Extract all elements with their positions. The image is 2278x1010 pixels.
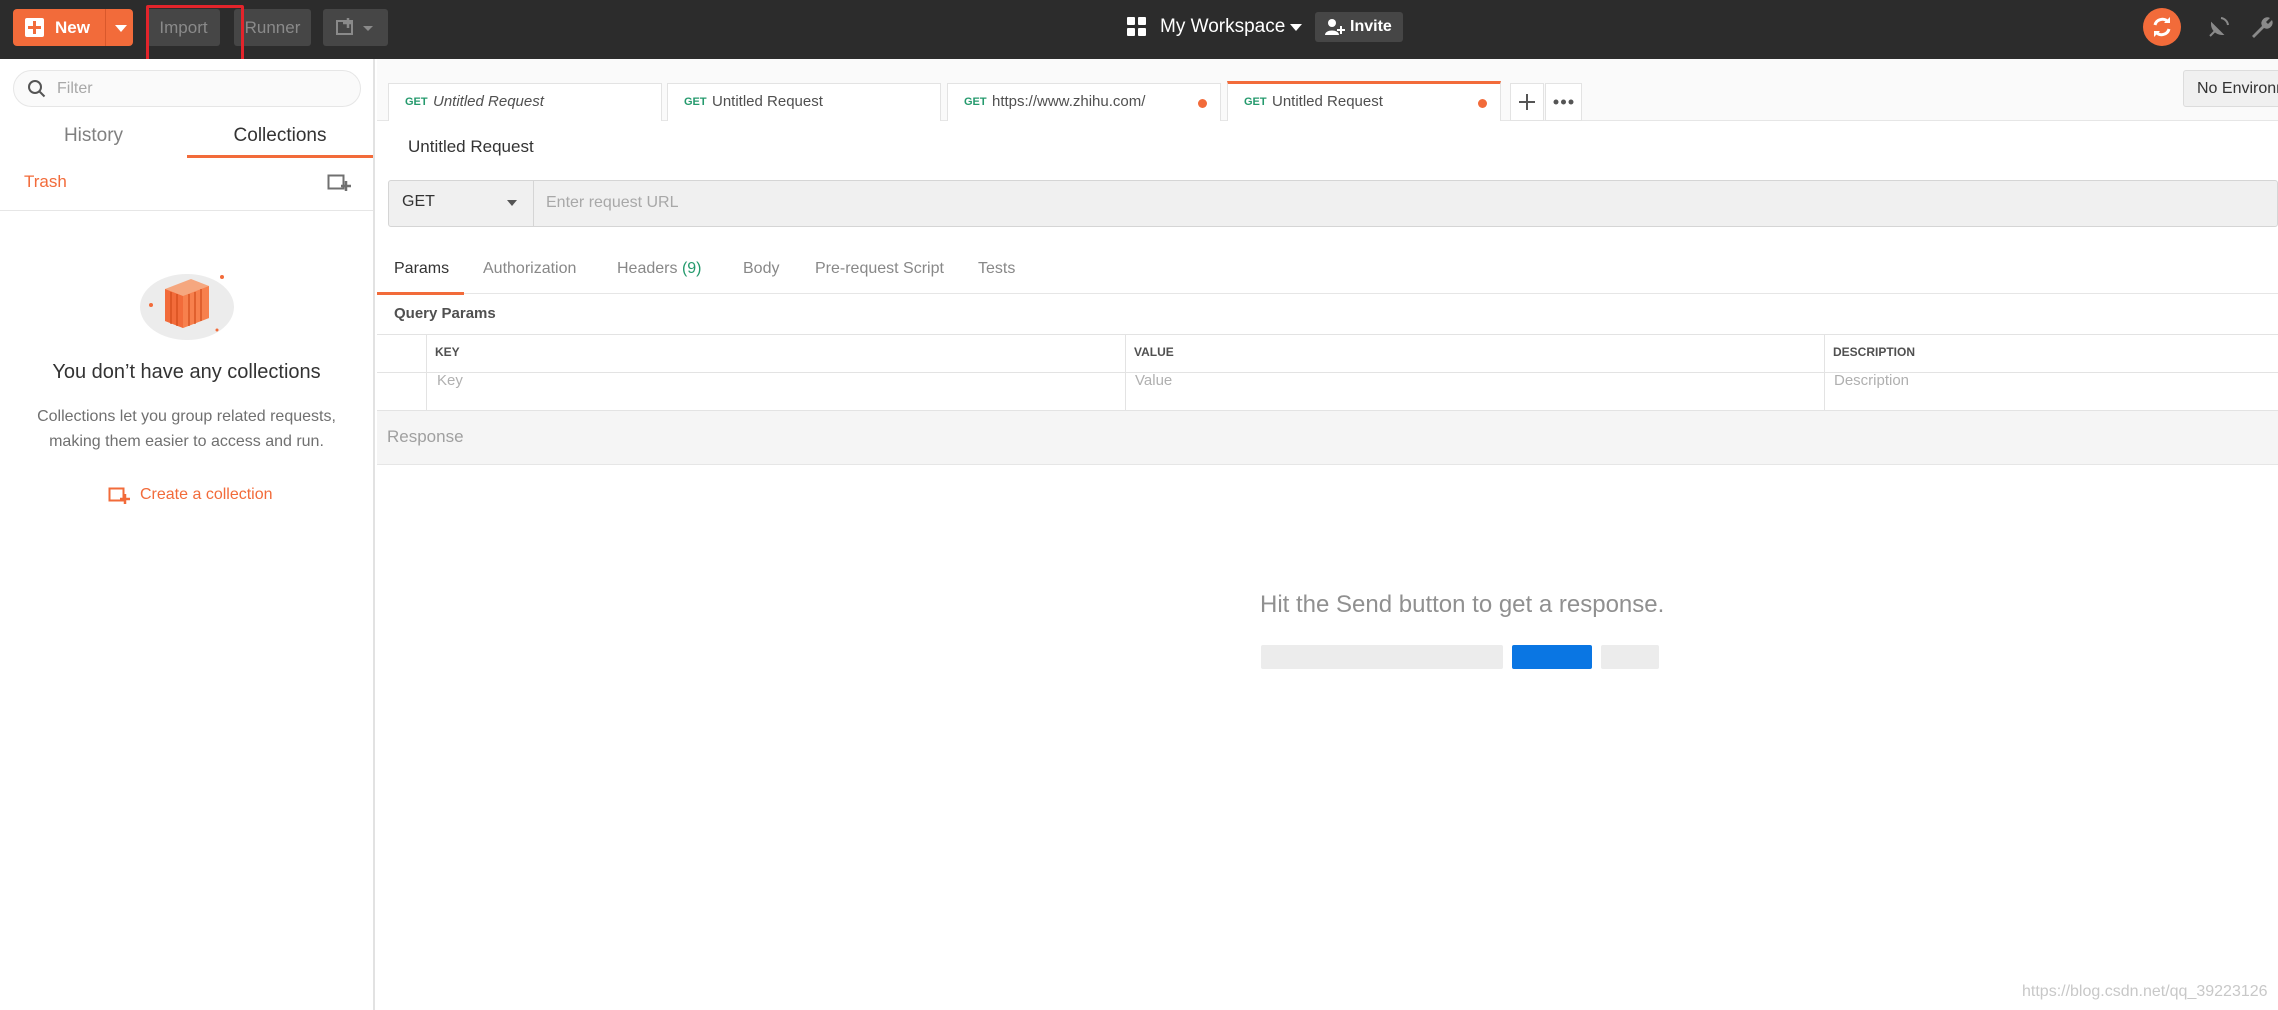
new-button-divider xyxy=(105,9,106,46)
method-badge: GET xyxy=(1244,96,1267,108)
invite-label: Invite xyxy=(1350,18,1392,35)
workspace-label: My Workspace xyxy=(1160,16,1286,37)
tab-body[interactable]: Body xyxy=(743,260,779,278)
method-badge: GET xyxy=(405,96,428,108)
method-select[interactable]: GET xyxy=(389,181,534,226)
new-button-label: New xyxy=(55,18,90,37)
top-toolbar: New Import Runner My Workspace Invite xyxy=(0,0,2278,72)
more-tabs-button[interactable] xyxy=(1545,83,1582,121)
table-border xyxy=(377,372,2278,373)
environment-select[interactable]: No Environment xyxy=(2183,70,2278,107)
request-tab-title: Untitled Request xyxy=(712,93,823,110)
column-header-key: KEY xyxy=(435,345,460,359)
query-params-title: Query Params xyxy=(394,305,496,322)
request-tabs-bar: GET Untitled Request GET Untitled Reques… xyxy=(377,59,2278,121)
request-tab[interactable]: GET Untitled Request xyxy=(388,83,662,121)
chevron-down-icon xyxy=(507,200,517,206)
url-bar: GET Enter request URL xyxy=(388,180,2278,227)
wrench-icon[interactable] xyxy=(2249,14,2275,40)
search-icon xyxy=(28,80,46,98)
placeholder-bar xyxy=(1261,645,1503,669)
trash-link[interactable]: Trash xyxy=(24,172,67,192)
request-tab-title: Untitled Request xyxy=(1272,93,1383,110)
tab-history[interactable]: History xyxy=(0,122,187,158)
new-collection-icon[interactable] xyxy=(327,172,351,194)
filter-input[interactable]: Filter xyxy=(13,70,361,107)
new-collection-icon xyxy=(108,487,130,504)
request-tab[interactable]: GET https://www.zhihu.com/ xyxy=(947,83,1221,121)
empty-collections-description: Collections let you group related reques… xyxy=(37,408,336,450)
sidebar-tabs: History Collections xyxy=(0,122,373,158)
column-header-value: VALUE xyxy=(1134,345,1174,359)
sync-button[interactable] xyxy=(2143,8,2181,46)
request-tab-title: https://www.zhihu.com/ xyxy=(992,93,1146,110)
value-input[interactable]: Value xyxy=(1135,372,1172,389)
chevron-down-icon xyxy=(1290,24,1302,31)
more-icon xyxy=(1553,99,1574,105)
satellite-icon[interactable] xyxy=(2206,14,2232,40)
tab-tests[interactable]: Tests xyxy=(978,260,1015,278)
unsaved-indicator xyxy=(1478,99,1487,108)
table-divider xyxy=(1125,334,1126,411)
table-border xyxy=(377,334,2278,335)
description-input[interactable]: Description xyxy=(1834,372,1909,389)
url-input[interactable]: Enter request URL xyxy=(546,194,679,212)
params-table: KEY VALUE DESCRIPTION Key Value Descript… xyxy=(377,334,2278,411)
request-tab-title: Untitled Request xyxy=(433,93,544,110)
filter-placeholder: Filter xyxy=(57,80,93,97)
placeholder-bar xyxy=(1601,645,1659,669)
send-placeholder-bar xyxy=(1512,645,1592,669)
create-collection-label: Create a collection xyxy=(140,486,273,503)
new-tab-button[interactable] xyxy=(1510,83,1544,121)
active-tab-indicator xyxy=(377,292,464,295)
request-tab-active[interactable]: GET Untitled Request xyxy=(1227,81,1501,121)
tab-headers[interactable]: Headers (9) xyxy=(617,260,702,278)
response-header: Response xyxy=(377,411,2278,465)
tab-collections[interactable]: Collections xyxy=(187,122,373,158)
plus-icon xyxy=(1519,94,1535,110)
table-divider xyxy=(426,334,427,411)
tab-params[interactable]: Params xyxy=(394,260,449,278)
unsaved-indicator xyxy=(1198,99,1207,108)
grid-icon xyxy=(1127,17,1146,36)
sync-icon xyxy=(2153,17,2171,37)
method-badge: GET xyxy=(964,96,987,108)
new-window-icon xyxy=(336,18,373,35)
empty-collection-illustration xyxy=(140,274,234,340)
table-divider xyxy=(1824,334,1825,411)
request-tab[interactable]: GET Untitled Request xyxy=(667,83,941,121)
chevron-down-icon[interactable] xyxy=(115,25,127,32)
request-title[interactable]: Untitled Request xyxy=(408,137,534,157)
request-subtabs: Params Authorization Headers (9) Body Pr… xyxy=(377,254,2278,294)
column-header-description: DESCRIPTION xyxy=(1833,345,1916,359)
new-button[interactable]: New xyxy=(13,9,133,46)
send-hint: Hit the Send button to get a response. xyxy=(1260,591,1665,618)
sidebar-divider xyxy=(0,210,373,211)
add-user-icon xyxy=(1325,19,1345,35)
runner-button[interactable]: Runner xyxy=(234,9,311,46)
tab-headers-label: Headers xyxy=(617,260,678,277)
method-badge: GET xyxy=(684,96,707,108)
tab-pre-request-script[interactable]: Pre-request Script xyxy=(815,260,944,278)
key-input[interactable]: Key xyxy=(437,372,463,389)
request-panel: GET Untitled Request GET Untitled Reques… xyxy=(377,59,2278,1010)
plus-icon xyxy=(25,18,44,37)
tab-authorization[interactable]: Authorization xyxy=(483,260,576,278)
empty-collections-title: You don’t have any collections xyxy=(52,361,321,383)
new-window-button[interactable] xyxy=(323,9,388,46)
sidebar: Filter History Collections Trash You don… xyxy=(0,59,375,1010)
watermark: https://blog.csdn.net/qq_39223126 xyxy=(2022,983,2268,1000)
invite-button[interactable]: Invite xyxy=(1315,12,1403,42)
response-label: Response xyxy=(387,427,464,446)
headers-count: (9) xyxy=(681,260,702,277)
method-label: GET xyxy=(402,193,435,210)
